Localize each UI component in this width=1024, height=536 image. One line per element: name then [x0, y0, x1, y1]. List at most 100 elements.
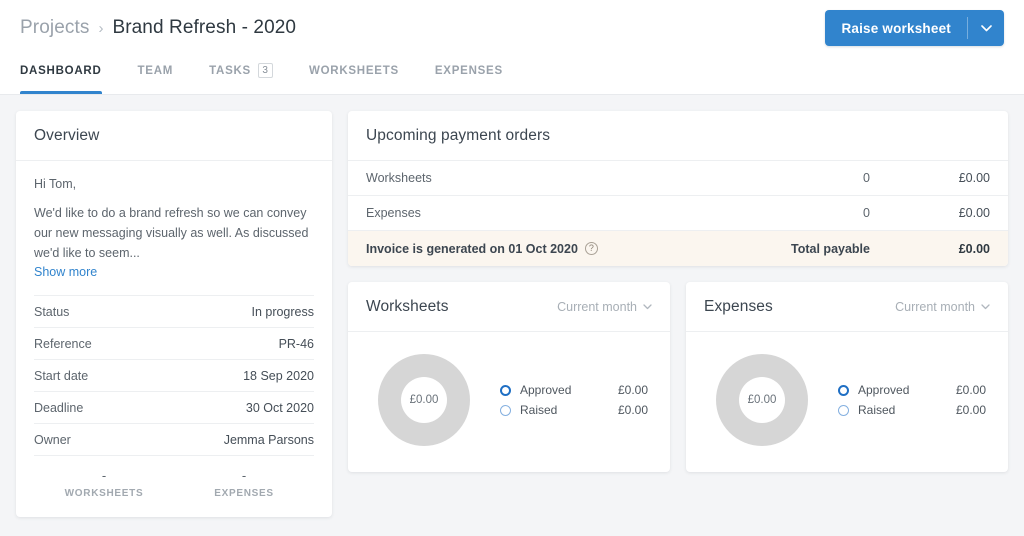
breadcrumb: Projects › Brand Refresh - 2020 [20, 17, 296, 39]
legend-item-raised: Raised £0.00 [838, 400, 986, 420]
meta-label-reference: Reference [34, 336, 92, 351]
expenses-period-label: Current month [895, 300, 975, 314]
total-payable-amount: £0.00 [958, 241, 990, 256]
tab-tasks-badge: 3 [257, 63, 273, 78]
legend-label-approved: Approved [858, 383, 910, 397]
expenses-donut-chart: £0.00 [716, 354, 808, 446]
invoice-generation-note: Invoice is generated on 01 Oct 2020 ? [366, 242, 791, 256]
chevron-down-icon[interactable] [968, 10, 1004, 46]
worksheets-donut-chart: £0.00 [378, 354, 470, 446]
tab-team-label: TEAM [137, 64, 174, 77]
header-top-row: Projects › Brand Refresh - 2020 Raise wo… [20, 0, 1004, 56]
legend-label-raised: Raised [520, 403, 558, 417]
payment-row-count: 0 [863, 206, 870, 220]
payment-row-name: Worksheets [366, 171, 432, 185]
payment-orders-footer: Invoice is generated on 01 Oct 2020 ? To… [348, 231, 1008, 266]
overview-card-header: Overview [16, 111, 332, 161]
dashboard-content: Overview Hi Tom, We'd like to do a brand… [0, 95, 1024, 518]
tab-expenses[interactable]: EXPENSES [435, 56, 503, 94]
legend-value-raised: £0.00 [617, 403, 648, 417]
stat-worksheets: - WORKSHEETS [34, 469, 174, 499]
overview-greeting: Hi Tom, [34, 177, 77, 191]
worksheets-chart-header: Worksheets Current month [348, 282, 670, 332]
tab-dashboard-label: DASHBOARD [20, 64, 102, 77]
meta-label-owner: Owner [34, 432, 71, 447]
meta-label-deadline: Deadline [34, 400, 84, 415]
help-circle-icon[interactable]: ? [584, 242, 598, 255]
tab-worksheets-label: WORKSHEETS [308, 64, 399, 77]
meta-row-deadline: Deadline 30 Oct 2020 [34, 391, 314, 423]
overview-stats: - WORKSHEETS - EXPENSES [34, 455, 314, 517]
worksheets-donut-center-value: £0.00 [409, 394, 439, 406]
payment-orders-card: Upcoming payment orders Worksheets 0 £0.… [348, 111, 1008, 266]
legend-item-raised: Raised £0.00 [500, 400, 648, 420]
legend-swatch-raised-icon [838, 404, 849, 416]
overview-card-title: Overview [34, 127, 100, 144]
payment-row-name: Expenses [366, 206, 421, 220]
raise-worksheet-button-label: Raise worksheet [841, 20, 951, 36]
meta-value-status: In progress [251, 304, 314, 319]
stat-worksheets-label: WORKSHEETS [64, 488, 144, 500]
tab-dashboard[interactable]: DASHBOARD [20, 56, 102, 94]
legend-value-approved: £0.00 [617, 383, 648, 397]
meta-value-owner: Jemma Parsons [223, 432, 314, 447]
raise-worksheet-button[interactable]: Raise worksheet [825, 10, 1004, 46]
invoice-note-text: Invoice is generated on 01 Oct 2020 [366, 241, 578, 256]
stat-expenses: - EXPENSES [174, 469, 314, 499]
payment-row-amount: £0.00 [958, 206, 990, 220]
meta-label-status: Status [34, 304, 70, 319]
overview-card: Overview Hi Tom, We'd like to do a brand… [16, 111, 332, 518]
meta-value-deadline: 30 Oct 2020 [245, 400, 314, 415]
tab-tasks[interactable]: TASKS 3 [209, 56, 273, 94]
expenses-donut-center-value: £0.00 [747, 394, 777, 406]
worksheets-chart-title: Worksheets [366, 298, 449, 315]
tab-expenses-label: EXPENSES [434, 64, 503, 77]
overview-column: Overview Hi Tom, We'd like to do a brand… [16, 111, 332, 518]
expenses-period-selector[interactable]: Current month [895, 300, 990, 314]
table-row: Expenses 0 £0.00 [348, 196, 1008, 231]
show-more-link[interactable]: Show more [34, 265, 97, 279]
expenses-chart-header: Expenses Current month [686, 282, 1008, 332]
overview-description: Hi Tom, We'd like to do a brand refresh … [16, 161, 332, 295]
stat-expenses-label: EXPENSES [214, 488, 274, 500]
stat-worksheets-value: - [101, 468, 107, 484]
chevron-down-icon [643, 304, 652, 310]
worksheets-chart-body: £0.00 Approved £0.00 Raised £0.00 [348, 332, 670, 472]
page-header: Projects › Brand Refresh - 2020 Raise wo… [0, 0, 1024, 95]
tab-worksheets[interactable]: WORKSHEETS [309, 56, 399, 94]
payment-orders-header: Upcoming payment orders [348, 111, 1008, 161]
stat-expenses-value: - [241, 468, 247, 484]
tab-bar: DASHBOARD TEAM TASKS 3 WORKSHEETS EXPENS… [20, 56, 1004, 94]
meta-row-owner: Owner Jemma Parsons [34, 423, 314, 455]
legend-item-approved: Approved £0.00 [500, 380, 648, 400]
legend-label-approved: Approved [520, 383, 572, 397]
legend-label-raised: Raised [858, 403, 896, 417]
breadcrumb-separator-icon: › [98, 20, 104, 37]
worksheets-period-label: Current month [557, 300, 637, 314]
tab-team[interactable]: TEAM [138, 56, 174, 94]
worksheets-period-selector[interactable]: Current month [557, 300, 652, 314]
legend-swatch-approved-icon [838, 384, 849, 396]
payment-orders-title: Upcoming payment orders [366, 127, 551, 144]
expenses-chart-card: Expenses Current month £0.00 Approved £0… [686, 282, 1008, 472]
tab-tasks-label: TASKS [209, 64, 251, 77]
legend-value-raised: £0.00 [955, 403, 986, 417]
payment-row-amount: £0.00 [958, 171, 990, 185]
meta-label-start-date: Start date [34, 368, 89, 383]
overview-meta-list: Status In progress Reference PR-46 Start… [16, 295, 332, 455]
summary-charts-row: Worksheets Current month £0.00 Approved … [348, 282, 1008, 472]
meta-row-status: Status In progress [34, 295, 314, 327]
legend-swatch-approved-icon [500, 384, 511, 396]
payment-row-count: 0 [863, 171, 870, 185]
expenses-chart-legend: Approved £0.00 Raised £0.00 [838, 380, 986, 420]
meta-row-reference: Reference PR-46 [34, 327, 314, 359]
worksheets-chart-card: Worksheets Current month £0.00 Approved … [348, 282, 670, 472]
expenses-chart-title: Expenses [704, 298, 773, 315]
legend-swatch-raised-icon [500, 404, 511, 416]
meta-value-start-date: 18 Sep 2020 [243, 368, 314, 383]
expenses-chart-body: £0.00 Approved £0.00 Raised £0.00 [686, 332, 1008, 472]
chevron-down-icon [981, 304, 990, 310]
page-title: Brand Refresh - 2020 [112, 17, 297, 38]
meta-row-start-date: Start date 18 Sep 2020 [34, 359, 314, 391]
breadcrumb-projects-link[interactable]: Projects [20, 17, 89, 39]
